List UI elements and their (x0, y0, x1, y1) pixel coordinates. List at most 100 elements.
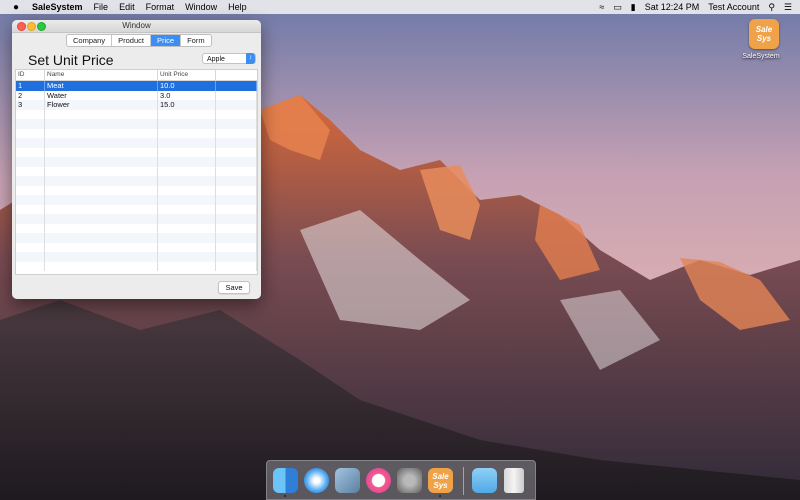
zoom-icon[interactable] (37, 22, 46, 31)
empty-cell (158, 185, 216, 195)
table-row[interactable]: 1 Meat 10.0 (16, 81, 257, 91)
close-icon[interactable] (17, 22, 26, 31)
empty-cell (45, 109, 158, 119)
cell-id: 1 (16, 81, 45, 91)
dock-app-logo-line1: Sale (432, 471, 449, 481)
cell-name: Water (45, 90, 158, 100)
empty-rows (16, 109, 257, 271)
cell-empty (216, 90, 257, 100)
empty-table-row (16, 233, 257, 243)
desktop-icon-salesystem[interactable]: Sale Sys SaleSystem (742, 19, 782, 60)
cell-price[interactable]: 3.0 (158, 90, 216, 100)
wifi-icon[interactable]: ≈ (599, 2, 604, 12)
empty-cell (45, 176, 158, 186)
empty-cell (216, 252, 257, 262)
salesystem-icon[interactable]: Sale Sys (428, 468, 453, 493)
empty-table-row (16, 204, 257, 214)
preview-icon[interactable] (335, 468, 360, 493)
empty-cell (216, 214, 257, 224)
empty-cell (45, 261, 158, 271)
empty-cell (216, 128, 257, 138)
empty-table-row (16, 252, 257, 262)
empty-table-row (16, 261, 257, 271)
empty-cell (158, 157, 216, 167)
empty-cell (216, 204, 257, 214)
finder-icon[interactable] (273, 468, 298, 493)
column-header-unit-price[interactable]: Unit Price (158, 70, 216, 80)
cell-id: 2 (16, 90, 45, 100)
empty-cell (45, 147, 158, 157)
empty-cell (45, 157, 158, 167)
tab-company[interactable]: Company (67, 35, 113, 46)
dock-app-logo-line2: Sys (433, 480, 448, 490)
empty-cell (45, 214, 158, 224)
empty-cell (158, 109, 216, 119)
company-select-value: Apple (207, 56, 225, 63)
empty-cell (16, 233, 45, 243)
empty-cell (45, 223, 158, 233)
empty-cell (16, 119, 45, 129)
tab-product[interactable]: Product (112, 35, 151, 46)
empty-cell (158, 252, 216, 262)
empty-cell (158, 195, 216, 205)
itunes-icon[interactable] (366, 468, 391, 493)
chevron-updown-icon: ↕ (246, 53, 255, 64)
menu-window[interactable]: Window (185, 2, 217, 12)
notification-center-icon[interactable]: ☰ (784, 2, 792, 13)
menu-file[interactable]: File (94, 2, 109, 12)
empty-cell (216, 223, 257, 233)
column-header-name[interactable]: Name (45, 70, 158, 80)
app-logo-line1: Sale (755, 25, 773, 34)
page-title: Set Unit Price (28, 52, 114, 68)
empty-table-row (16, 157, 257, 167)
empty-cell (158, 119, 216, 129)
menu-help[interactable]: Help (228, 2, 247, 12)
running-indicator (439, 495, 441, 497)
table-header: ID Name Unit Price (16, 70, 257, 81)
company-select[interactable]: Apple ↕ (202, 53, 256, 64)
system-preferences-icon[interactable] (397, 468, 422, 493)
empty-cell (216, 233, 257, 243)
table-row[interactable]: 3 Flower 15.0 (16, 100, 257, 110)
menu-user[interactable]: Test Account (708, 2, 759, 12)
tab-form[interactable]: Form (181, 35, 211, 46)
column-header-id[interactable]: ID (16, 70, 45, 80)
menu-app-name[interactable]: SaleSystem (32, 2, 83, 12)
empty-cell (16, 252, 45, 262)
menu-format[interactable]: Format (146, 2, 175, 12)
battery-icon[interactable]: ▮ (631, 2, 636, 13)
tab-price[interactable]: Price (150, 35, 182, 46)
apple-menu-icon[interactable]: ● (10, 2, 22, 13)
trash-icon[interactable] (504, 468, 524, 493)
minimize-icon[interactable] (27, 22, 36, 31)
empty-cell (16, 147, 45, 157)
table-row[interactable]: 2 Water 3.0 (16, 90, 257, 100)
empty-cell (45, 166, 158, 176)
empty-cell (216, 119, 257, 129)
empty-cell (216, 166, 257, 176)
dock: Sale Sys (266, 460, 536, 500)
airplay-icon[interactable]: ▭ (613, 2, 622, 13)
empty-cell (216, 157, 257, 167)
app-window: Window Company Product Price Form Set Un… (12, 20, 261, 299)
cell-price[interactable]: 10.0 (158, 81, 216, 91)
safari-icon[interactable] (304, 468, 329, 493)
salesystem-app-icon: Sale Sys (749, 19, 779, 49)
empty-cell (158, 138, 216, 148)
empty-cell (216, 242, 257, 252)
spotlight-icon[interactable]: ⚲ (768, 2, 775, 13)
empty-cell (45, 138, 158, 148)
empty-cell (16, 195, 45, 205)
empty-cell (216, 261, 257, 271)
empty-cell (158, 204, 216, 214)
cell-price[interactable]: 15.0 (158, 100, 216, 110)
menu-bar: ● SaleSystem File Edit Format Window Hel… (0, 0, 800, 14)
empty-cell (158, 261, 216, 271)
menu-clock[interactable]: Sat 12:24 PM (645, 2, 700, 12)
folder-icon[interactable] (472, 468, 497, 493)
menu-edit[interactable]: Edit (119, 2, 135, 12)
window-titlebar[interactable]: Window (12, 20, 261, 33)
empty-cell (45, 119, 158, 129)
save-button[interactable]: Save (218, 281, 250, 294)
empty-cell (16, 176, 45, 186)
